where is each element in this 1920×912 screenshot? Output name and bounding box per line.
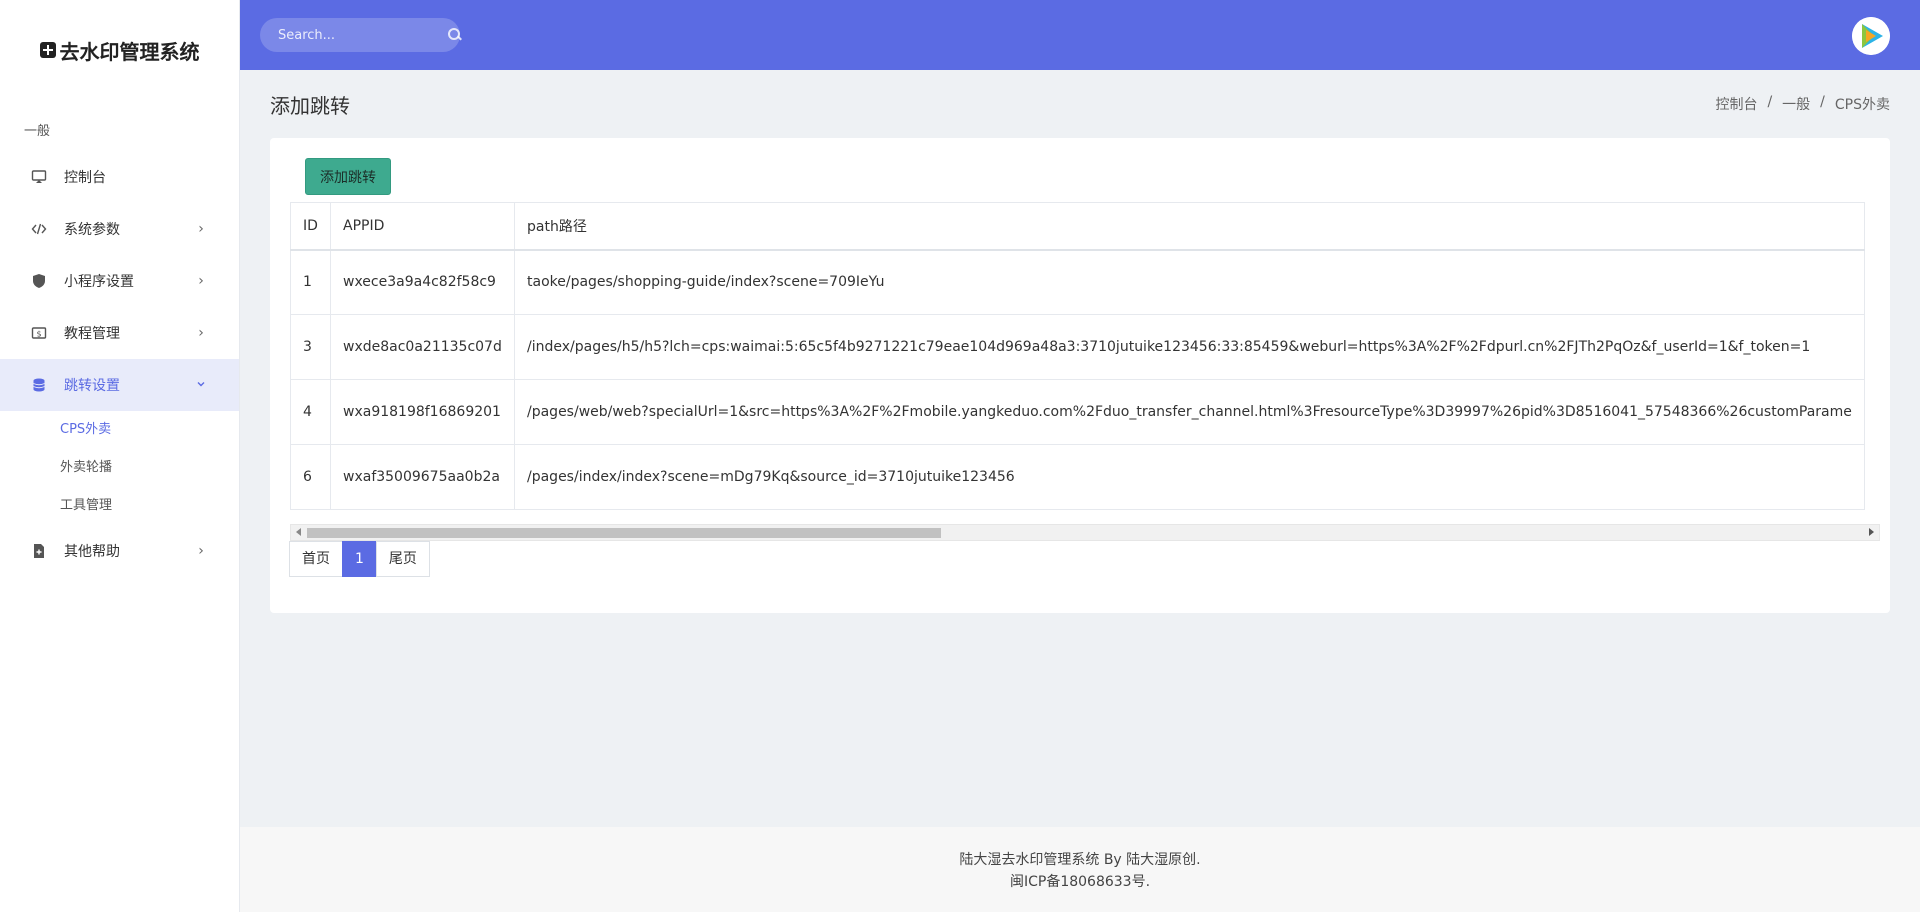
sidebar-item-label: 其他帮助 — [64, 544, 120, 560]
sidebar-item-system-params[interactable]: 系统参数 › — [0, 203, 239, 255]
cell-path: taoke/pages/shopping-guide/index?scene=7… — [514, 249, 1865, 315]
cell-path: /pages/web/web?specialUrl=1&src=https%3A… — [514, 379, 1865, 445]
logo-icon — [39, 42, 56, 58]
footer-icp-number[interactable]: 闽ICP备18068633号. — [240, 871, 1920, 893]
cell-id: 6 — [290, 444, 331, 510]
search-box[interactable] — [260, 18, 460, 52]
column-header-id: ID — [290, 202, 331, 251]
cell-appid: wxa918198f16869201 — [330, 379, 515, 445]
sidebar-section-label: 一般 — [24, 124, 51, 139]
shield-icon — [30, 272, 48, 290]
breadcrumb-item-general[interactable]: 一般 — [1782, 94, 1810, 114]
table-row[interactable]: 6 wxaf35009675aa0b2a /pages/index/index?… — [290, 444, 1865, 510]
sidebar-item-label: 跳转设置 — [64, 378, 120, 394]
chevron-right-icon: › — [198, 543, 204, 559]
code-icon — [30, 220, 48, 238]
chevron-right-icon: › — [198, 221, 204, 237]
pagination: 首页 1 尾页 — [289, 541, 430, 577]
file-icon — [30, 542, 48, 560]
breadcrumb-item-dashboard[interactable]: 控制台 — [1715, 94, 1757, 114]
pagination-first-button[interactable]: 首页 — [289, 541, 343, 577]
content-card: 添加跳转 ID APPID path路径 1 wxece3a9a4c82f58c… — [270, 138, 1890, 613]
scrollbar-thumb[interactable] — [307, 528, 941, 538]
app-title: 去水印管理系统 — [59, 39, 200, 64]
main-content: 添加跳转 控制台 / 一般 / CPS外卖 添加跳转 ID APPID path… — [240, 70, 1920, 613]
add-redirect-button[interactable]: 添加跳转 — [305, 158, 391, 195]
sidebar-subitem-tool-management[interactable]: 工具管理 — [0, 487, 239, 525]
cell-id: 3 — [290, 314, 331, 380]
table-header-row: ID APPID path路径 — [290, 202, 1865, 251]
sidebar-subitem-cps-takeout[interactable]: CPS外卖 — [0, 411, 239, 449]
top-header — [240, 0, 1920, 70]
svg-text:$: $ — [36, 330, 41, 339]
table-row[interactable]: 4 wxa918198f16869201 /pages/web/web?spec… — [290, 379, 1865, 445]
scroll-left-arrow-icon[interactable] — [296, 528, 301, 536]
sidebar-item-other-help[interactable]: 其他帮助 › — [0, 525, 239, 577]
column-header-appid: APPID — [330, 202, 515, 251]
play-logo-icon — [1852, 17, 1890, 55]
sidebar-item-label: 教程管理 — [64, 326, 120, 342]
cell-path: /index/pages/h5/h5?lch=cps:waimai:5:65c5… — [514, 314, 1865, 380]
table-row[interactable]: 3 wxde8ac0a21135c07d /index/pages/h5/h5?… — [290, 314, 1865, 380]
cell-appid: wxde8ac0a21135c07d — [330, 314, 515, 380]
footer-copyright: 陆大湿去水印管理系统 By 陆大湿原创. — [959, 852, 1201, 868]
sidebar-item-miniprogram-settings[interactable]: 小程序设置 › — [0, 255, 239, 307]
breadcrumb: 控制台 / 一般 / CPS外卖 — [1715, 94, 1890, 114]
sidebar-item-label: 控制台 — [64, 170, 106, 186]
dollar-icon: $ — [30, 324, 48, 342]
chevron-right-icon: › — [198, 325, 204, 341]
cell-path: /pages/index/index?scene=mDg79Kq&source_… — [514, 444, 1865, 510]
footer: 陆大湿去水印管理系统 By 陆大湿原创. 闽ICP备18068633号. — [240, 827, 1920, 912]
breadcrumb-separator: / — [1767, 94, 1773, 110]
page-header: 添加跳转 控制台 / 一般 / CPS外卖 — [240, 70, 1920, 138]
table-container: ID APPID path路径 1 wxece3a9a4c82f58c9 tao… — [290, 202, 1890, 528]
breadcrumb-item-current: CPS外卖 — [1834, 97, 1890, 113]
sidebar-item-tutorial-management[interactable]: $ 教程管理 › — [0, 307, 239, 359]
search-input[interactable] — [278, 27, 448, 43]
breadcrumb-separator: / — [1820, 94, 1825, 110]
column-header-path: path路径 — [514, 202, 1865, 251]
coin-stack-icon — [30, 376, 48, 394]
avatar[interactable] — [1852, 17, 1890, 55]
chevron-right-icon: › — [198, 273, 204, 289]
sidebar-subitem-takeout-carousel[interactable]: 外卖轮播 — [0, 449, 239, 487]
chevron-down-icon — [193, 377, 209, 393]
page-title: 添加跳转 — [270, 93, 350, 118]
cell-appid: wxece3a9a4c82f58c9 — [330, 249, 515, 315]
sidebar-item-dashboard[interactable]: 控制台 — [0, 151, 239, 203]
horizontal-scrollbar[interactable] — [290, 524, 1880, 541]
redirect-table: ID APPID path路径 1 wxece3a9a4c82f58c9 tao… — [290, 202, 1865, 510]
cell-id: 1 — [290, 249, 331, 315]
cell-id: 4 — [290, 379, 331, 445]
sidebar-item-label: 系统参数 — [64, 222, 120, 238]
sidebar-item-redirect-settings[interactable]: 跳转设置 — [0, 359, 239, 411]
table-row[interactable]: 1 wxece3a9a4c82f58c9 taoke/pages/shoppin… — [290, 249, 1865, 315]
monitor-icon — [30, 168, 48, 186]
pagination-current-page[interactable]: 1 — [342, 541, 377, 577]
sidebar-item-label: 小程序设置 — [64, 274, 134, 290]
app-logo[interactable]: 去水印管理系统 — [0, 0, 239, 100]
sidebar: 去水印管理系统 一般 控制台 系统参数 › 小程序设置 › $ 教程管理 › 跳… — [0, 0, 240, 912]
cell-appid: wxaf35009675aa0b2a — [330, 444, 515, 510]
pagination-last-button[interactable]: 尾页 — [375, 541, 430, 577]
scroll-right-arrow-icon[interactable] — [1869, 528, 1874, 536]
